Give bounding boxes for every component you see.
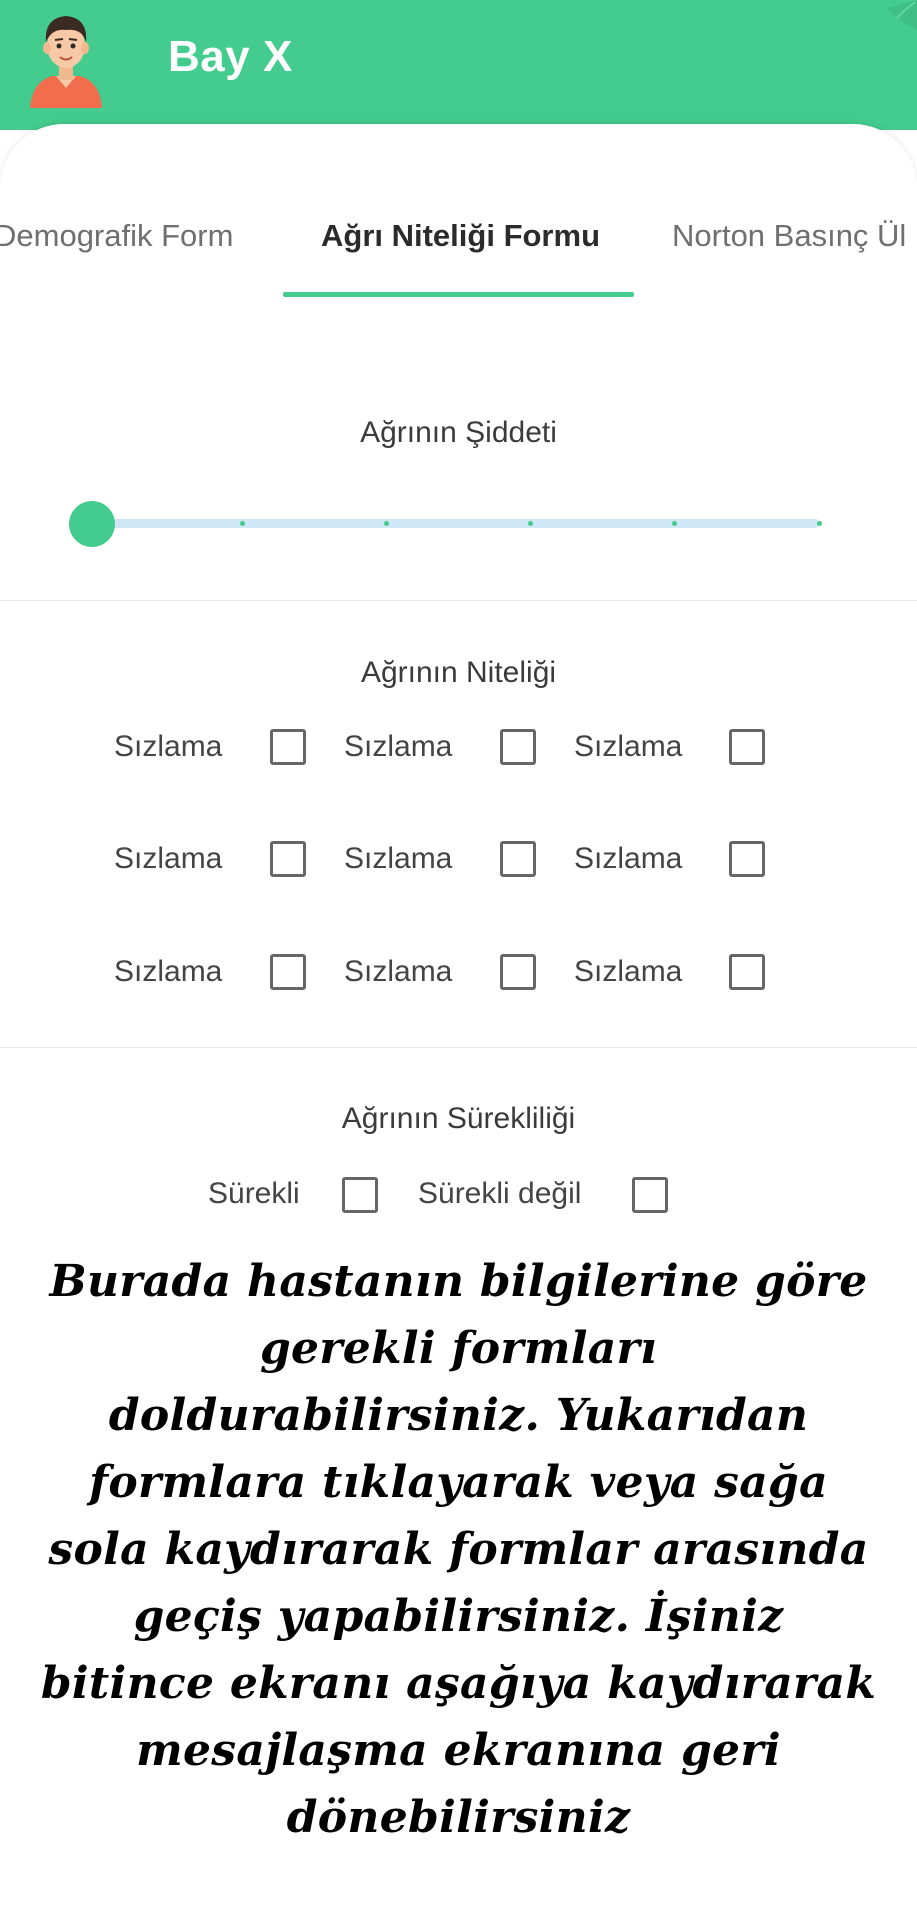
instruction-overlay-text: Burada hastanın bilgilerine göre gerekli… xyxy=(40,1256,877,1843)
quality-option-label: Sızlama xyxy=(574,955,683,988)
quality-option-checkbox[interactable] xyxy=(270,954,306,990)
quality-option-label: Sızlama xyxy=(574,842,683,875)
section-divider xyxy=(0,1047,917,1048)
active-tab-indicator xyxy=(283,292,634,297)
severity-slider-track[interactable] xyxy=(92,519,820,528)
continuity-continuous-checkbox[interactable] xyxy=(342,1177,378,1213)
severity-slider-thumb[interactable] xyxy=(69,501,115,547)
quality-title: Ağrının Niteliği xyxy=(360,656,557,689)
app-screen: Bay X Demografik Form Ağrı Niteliği Form… xyxy=(0,0,917,1918)
quality-option-label: Sızlama xyxy=(114,955,223,988)
section-divider xyxy=(0,600,917,601)
quality-option-checkbox[interactable] xyxy=(270,841,306,877)
quality-option-label: Sızlama xyxy=(344,955,453,988)
quality-option-label: Sızlama xyxy=(344,730,453,763)
quality-option-checkbox[interactable] xyxy=(729,729,765,765)
patient-name-title: Bay X xyxy=(168,32,293,81)
quality-option-checkbox[interactable] xyxy=(500,954,536,990)
user-avatar-icon[interactable] xyxy=(24,8,108,108)
slider-tick xyxy=(817,521,822,526)
tab-agri-niteligi-formu[interactable]: Ağrı Niteliği Formu xyxy=(321,218,600,254)
continuity-not-continuous-checkbox[interactable] xyxy=(632,1177,668,1213)
slider-tick xyxy=(528,521,533,526)
quality-option-label: Sızlama xyxy=(344,842,453,875)
severity-title: Ağrının Şiddeti xyxy=(360,416,557,449)
slider-tick xyxy=(384,521,389,526)
quality-option-label: Sızlama xyxy=(114,730,223,763)
quality-option-checkbox[interactable] xyxy=(729,841,765,877)
slider-tick xyxy=(672,521,677,526)
quality-option-checkbox[interactable] xyxy=(500,729,536,765)
tab-norton-basinc[interactable]: Norton Basınç Ül xyxy=(672,218,906,254)
tab-demografik-form[interactable]: Demografik Form xyxy=(0,218,233,254)
quality-option-checkbox[interactable] xyxy=(270,729,306,765)
quality-option-label: Sızlama xyxy=(574,730,683,763)
quality-option-label: Sızlama xyxy=(114,842,223,875)
slider-tick xyxy=(240,521,245,526)
app-bar: Bay X xyxy=(0,0,917,130)
continuity-title: Ağrının Sürekliliği xyxy=(341,1102,576,1135)
continuity-option-label: Sürekli xyxy=(208,1177,300,1210)
decorative-leaf-icon xyxy=(887,0,917,30)
continuity-option-label: Sürekli değil xyxy=(418,1177,582,1210)
quality-option-checkbox[interactable] xyxy=(729,954,765,990)
quality-option-checkbox[interactable] xyxy=(500,841,536,877)
